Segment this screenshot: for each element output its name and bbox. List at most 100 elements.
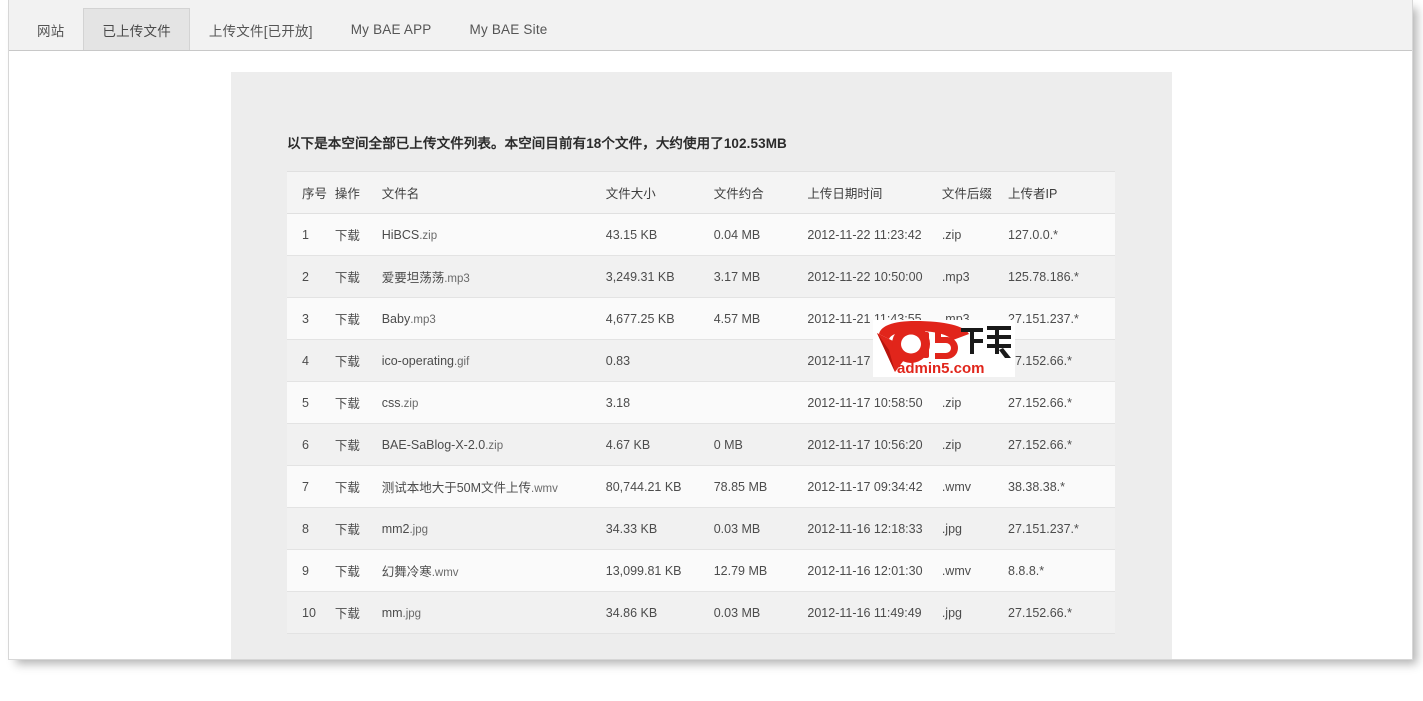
download-link[interactable]: 下载: [335, 481, 360, 495]
file-size: 34.86 KB: [605, 591, 714, 634]
upload-datetime: 2012-11-16 12:18:33: [807, 507, 942, 550]
table-row: 8 下载 mm2.jpg 34.33 KB 0.03 MB 2012-11-16 12:1…: [287, 507, 1115, 550]
table-row: 7 下载 测试本地大于50M文件上传.wmv 80,744.21 KB 78.85 MB…: [287, 465, 1115, 508]
tab-strip: 网站 已上传文件 上传文件[已开放] My BAE APP My BAE Site: [18, 8, 566, 50]
page-summary: 以下是本空间全部已上传文件列表。本空间目前有18个文件，大约使用了102.53M…: [287, 136, 787, 151]
file-name-base: ico-operating: [381, 353, 454, 368]
uploader-ip: 125.78.186.*: [1008, 255, 1115, 298]
file-size-approx: 0.04 MB: [713, 213, 808, 256]
file-size-approx: 78.85 MB: [713, 465, 808, 508]
upload-datetime: 2012-11-16 12:01:30: [807, 549, 942, 592]
tab-3[interactable]: My BAE APP: [332, 8, 451, 50]
content-panel: 以下是本空间全部已上传文件列表。本空间目前有18个文件，大约使用了102.53M…: [231, 72, 1172, 659]
file-size: 4.67 KB: [605, 423, 714, 466]
upload-datetime: 2012-11-17 10:58:50: [807, 381, 942, 424]
inner-content: 以下是本空间全部已上传文件列表。本空间目前有18个文件，大约使用了102.53M…: [287, 132, 1117, 659]
download-link[interactable]: 下载: [335, 607, 360, 621]
download-link[interactable]: 下载: [335, 523, 360, 537]
download-link[interactable]: 下载: [335, 229, 360, 243]
file-name-base: 测试本地大于50M文件上传: [381, 481, 532, 495]
file-name-extension: .wmv: [431, 567, 459, 579]
file-extension: .zip: [941, 381, 1008, 424]
download-link[interactable]: 下载: [335, 355, 360, 369]
watermark-logo: admin5.com: [873, 320, 1015, 377]
uploader-ip: 27.151.237.*: [1008, 507, 1115, 550]
uploader-ip: 27.152.66.*: [1008, 381, 1115, 424]
column-header-2: 文件名: [381, 171, 606, 214]
file-name-extension: .zip: [400, 397, 419, 410]
column-header-3: 文件大小: [605, 171, 714, 214]
column-header-1: 操作: [334, 171, 382, 214]
file-name-extension: .zip: [419, 229, 438, 242]
tab-4[interactable]: My BAE Site: [451, 8, 567, 50]
file-name-cell: mm.jpg: [381, 591, 606, 634]
file-name-cell: HiBCS.zip: [381, 213, 606, 256]
table-header: 序号 操作 文件名 文件大小 文件约合 上传日期时间 文件后缀 上传者IP: [287, 171, 1115, 214]
file-name-extension: .zip: [485, 439, 504, 452]
file-extension: .jpg: [941, 507, 1008, 550]
file-name-base: 爱要坦荡荡: [381, 271, 445, 285]
file-name-cell: ico-operating.gif: [381, 339, 606, 382]
file-extension: .mp3: [941, 255, 1008, 298]
download-link[interactable]: 下载: [335, 313, 360, 327]
file-size: 80,744.21 KB: [605, 465, 714, 508]
file-extension: .zip: [941, 213, 1008, 256]
file-size-approx: 12.79 MB: [713, 549, 808, 592]
file-name-extension: .mp3: [444, 273, 470, 285]
file-name-base: 幻舞冷寒: [381, 565, 432, 579]
file-size-approx: 4.57 MB: [713, 297, 808, 340]
download-cell: 下载: [334, 423, 382, 466]
file-name-base: css: [381, 395, 401, 410]
row-index: 1: [287, 213, 335, 256]
row-index: 3: [287, 297, 335, 340]
download-link[interactable]: 下载: [335, 271, 360, 285]
file-size: 34.33 KB: [605, 507, 714, 550]
row-index: 9: [287, 549, 335, 592]
browser-window: 网站 已上传文件 上传文件[已开放] My BAE APP My BAE Site 以下…: [8, 0, 1413, 660]
tab-2[interactable]: 上传文件[已开放]: [190, 8, 332, 50]
file-size: 43.15 KB: [605, 213, 714, 256]
download-cell: 下载: [334, 297, 382, 340]
table-row: 1 下载 HiBCS.zip 43.15 KB 0.04 MB 2012-11-22 11…: [287, 213, 1115, 256]
file-size: 3,249.31 KB: [605, 255, 714, 298]
download-cell: 下载: [334, 591, 382, 634]
download-link[interactable]: 下载: [335, 439, 360, 453]
file-name-base: mm2: [381, 521, 410, 536]
download-link[interactable]: 下载: [335, 565, 360, 579]
file-size-approx: 0 MB: [713, 423, 808, 466]
file-name-base: mm: [381, 605, 403, 620]
page-body: 以下是本空间全部已上传文件列表。本空间目前有18个文件，大约使用了102.53M…: [9, 51, 1412, 659]
row-index: 10: [287, 591, 335, 634]
uploader-ip: 8.8.8.*: [1008, 549, 1115, 592]
uploaded-files-table: 序号 操作 文件名 文件大小 文件约合 上传日期时间 文件后缀 上传者IP 1 下载 HiBCS.…: [287, 171, 1115, 634]
table-row: 10 下载 mm.jpg 34.86 KB 0.03 MB 2012-11-16 11:4…: [287, 591, 1115, 634]
file-name-cell: 测试本地大于50M文件上传.wmv: [381, 465, 606, 508]
upload-datetime: 2012-11-17 09:34:42: [807, 465, 942, 508]
tab-1[interactable]: 已上传文件: [83, 8, 190, 50]
column-header-7: 上传者IP: [1008, 171, 1115, 214]
download-cell: 下载: [334, 255, 382, 298]
tab-bar: 网站 已上传文件 上传文件[已开放] My BAE APP My BAE Site: [9, 0, 1412, 51]
file-name-base: BAE-SaBlog-X-2.0: [381, 437, 486, 452]
file-name-cell: css.zip: [381, 381, 606, 424]
file-name-base: HiBCS: [381, 227, 420, 242]
file-size: 4,677.25 KB: [605, 297, 714, 340]
file-size: 13,099.81 KB: [605, 549, 714, 592]
file-size: 0.83: [605, 339, 714, 382]
uploader-ip: 127.0.0.*: [1008, 213, 1115, 256]
watermark-domain-text: admin5.com: [897, 360, 985, 377]
tab-0[interactable]: 网站: [18, 8, 83, 50]
column-header-4: 文件约合: [713, 171, 808, 214]
file-name-cell: 幻舞冷寒.wmv: [381, 549, 606, 592]
admin5-logo-icon: admin5.com: [877, 321, 1011, 377]
column-header-0: 序号: [287, 171, 335, 214]
file-extension: .wmv: [941, 465, 1008, 508]
uploader-ip: 27.152.66.*: [1008, 591, 1115, 634]
row-index: 2: [287, 255, 335, 298]
download-link[interactable]: 下载: [335, 397, 360, 411]
row-index: 7: [287, 465, 335, 508]
file-size-approx: 3.17 MB: [713, 255, 808, 298]
download-cell: 下载: [334, 549, 382, 592]
table-row: 2 下载 爱要坦荡荡.mp3 3,249.31 KB 3.17 MB 2012-11-22…: [287, 255, 1115, 298]
file-size-approx: [713, 339, 808, 382]
